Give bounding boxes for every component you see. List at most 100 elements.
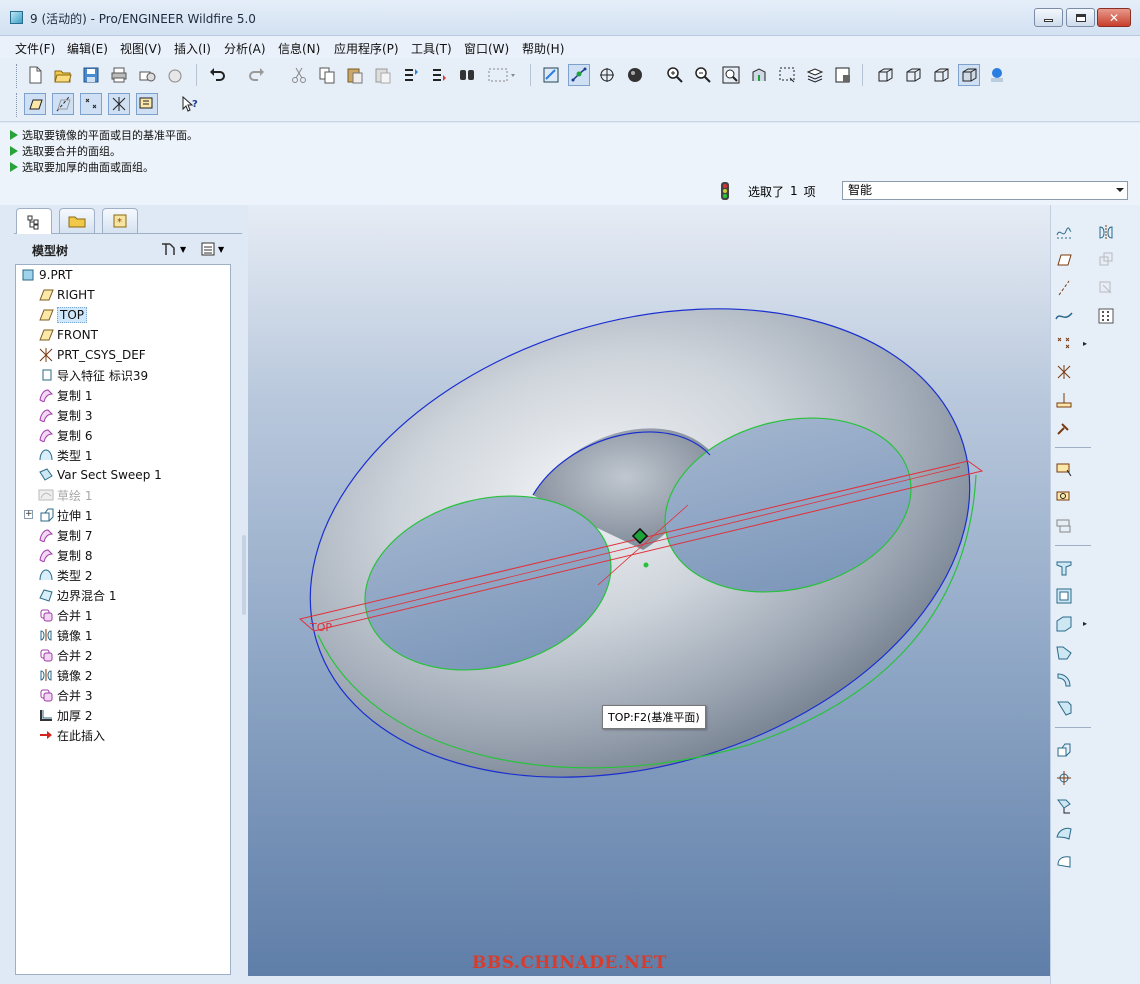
zoom-in-icon[interactable] — [664, 64, 686, 86]
insert-model-datum-icon[interactable] — [1053, 417, 1075, 439]
traffic-light-icon[interactable] — [718, 181, 732, 201]
menu-analysis[interactable]: 分析(A) — [224, 40, 266, 57]
trim-tool-icon[interactable] — [1095, 249, 1117, 271]
tree-item[interactable]: 边界混合 1 — [38, 585, 116, 605]
minimize-button[interactable] — [1034, 8, 1063, 27]
select-box-icon[interactable] — [484, 64, 520, 86]
revolve-tool-icon[interactable] — [1053, 515, 1075, 537]
menu-window[interactable]: 窗口(W) — [464, 40, 509, 57]
pattern-feature-icon[interactable] — [1053, 767, 1075, 789]
tree-item[interactable]: PRT_CSYS_DEF — [38, 345, 146, 365]
tree-item[interactable]: 复制 8 — [38, 545, 92, 565]
surface-tool-icon[interactable] — [1053, 851, 1075, 873]
style-tool-icon[interactable] — [1053, 613, 1075, 635]
rib-tool-icon[interactable] — [1053, 697, 1075, 719]
model-view[interactable]: TOP — [248, 205, 1050, 976]
pattern-tool-icon[interactable] — [1095, 305, 1117, 327]
tree-item[interactable]: 镜像 2 — [38, 665, 92, 685]
sketched-datum-curve-icon[interactable] — [1053, 221, 1075, 243]
tree-item-selected[interactable]: TOP — [38, 305, 88, 325]
send-link-icon[interactable] — [164, 64, 186, 86]
new-icon[interactable] — [24, 64, 46, 86]
datum-plane-tool-icon[interactable] — [1053, 249, 1075, 271]
warp-tool-icon[interactable] — [1053, 795, 1075, 817]
tree-item[interactable]: 合并 3 — [38, 685, 92, 705]
context-help-icon[interactable]: ? — [178, 93, 200, 115]
shell-tool-icon[interactable] — [1053, 669, 1075, 691]
expand-toggle[interactable]: + — [24, 510, 33, 519]
enhanced-realism-icon[interactable] — [986, 64, 1008, 86]
copy-icon[interactable] — [316, 64, 338, 86]
tree-item[interactable]: 类型 1 — [38, 445, 92, 465]
find-icon[interactable] — [456, 64, 478, 86]
refit-icon[interactable] — [720, 64, 742, 86]
tree-item[interactable]: 加厚 2 — [38, 705, 92, 725]
more-arrow-icon[interactable]: ▸ — [1083, 339, 1087, 348]
analysis-feature-icon[interactable] — [1053, 389, 1075, 411]
datum-curve-tool-icon[interactable] — [1053, 305, 1075, 327]
reorient-icon[interactable] — [748, 64, 770, 86]
tree-columns-button[interactable]: ▼ — [200, 241, 224, 257]
menu-info[interactable]: 信息(N) — [278, 40, 320, 57]
datum-axis-display-icon[interactable] — [52, 93, 74, 115]
tree-settings-button[interactable]: ▼ — [160, 241, 186, 257]
tree-item[interactable]: 合并 2 — [38, 645, 92, 665]
shading-icon[interactable] — [624, 64, 646, 86]
tree-item[interactable]: 导入特征 标识39 — [38, 365, 148, 385]
redo-icon[interactable] — [246, 64, 268, 86]
zoom-out-icon[interactable] — [692, 64, 714, 86]
spin-center-icon[interactable] — [568, 64, 590, 86]
more-arrow-icon[interactable]: ▸ — [1083, 619, 1087, 628]
datum-point-tool-icon[interactable] — [1053, 333, 1075, 355]
graphics-window[interactable]: TOP — [248, 205, 1050, 976]
menu-help[interactable]: 帮助(H) — [522, 40, 564, 57]
folder-browser-tab-icon[interactable] — [59, 208, 95, 233]
tree-item[interactable]: RIGHT — [38, 285, 95, 305]
csys-display-icon[interactable] — [108, 93, 130, 115]
extrude-tool-icon[interactable] — [1053, 487, 1075, 509]
repaint-icon[interactable] — [540, 64, 562, 86]
datum-axis-tool-icon[interactable] — [1053, 277, 1075, 299]
menu-view[interactable]: 视图(V) — [120, 40, 162, 57]
insert-feature-icon[interactable] — [1053, 739, 1075, 761]
sketch-tool-icon[interactable] — [1053, 459, 1075, 481]
selection-filter-select[interactable]: 智能 — [842, 181, 1128, 200]
toolbar-grip[interactable] — [16, 64, 19, 88]
close-button[interactable]: ✕ — [1097, 8, 1131, 27]
annotation-display-icon[interactable] — [136, 93, 158, 115]
hole-tool-icon[interactable] — [1053, 641, 1075, 663]
insert-here-marker[interactable]: 在此插入 — [38, 725, 105, 745]
hidden-line-icon[interactable] — [902, 64, 924, 86]
boundary-blend-tool-icon[interactable] — [1053, 585, 1075, 607]
merge-tool-icon[interactable] — [1095, 277, 1117, 299]
saved-views-icon[interactable] — [776, 64, 798, 86]
open-icon[interactable] — [52, 64, 74, 86]
menu-applications[interactable]: 应用程序(P) — [334, 40, 399, 57]
mirror-tool-icon[interactable] — [1095, 221, 1117, 243]
model-tree-tab-icon[interactable] — [16, 208, 52, 234]
tree-item[interactable]: FRONT — [38, 325, 98, 345]
regenerate-icon[interactable] — [400, 64, 422, 86]
variable-sweep-tool-icon[interactable] — [1053, 557, 1075, 579]
orient-icon[interactable] — [596, 64, 618, 86]
save-icon[interactable] — [80, 64, 102, 86]
tree-item[interactable]: 9.PRT — [20, 265, 72, 285]
undo-icon[interactable] — [206, 64, 228, 86]
tree-item[interactable]: 复制 6 — [38, 425, 92, 445]
shaded-icon[interactable] — [958, 64, 980, 86]
tree-item[interactable]: 镜像 1 — [38, 625, 92, 645]
tree-item[interactable]: Var Sect Sweep 1 — [38, 465, 162, 485]
layers-icon[interactable] — [804, 64, 826, 86]
tree-item[interactable]: 类型 2 — [38, 565, 92, 585]
cut-icon[interactable] — [288, 64, 310, 86]
datum-plane-display-icon[interactable] — [24, 93, 46, 115]
menu-insert[interactable]: 插入(I) — [174, 40, 211, 57]
send-mail-icon[interactable] — [136, 64, 158, 86]
panel-splitter[interactable] — [241, 495, 247, 685]
datum-csys-tool-icon[interactable] — [1053, 361, 1075, 383]
wireframe-icon[interactable] — [874, 64, 896, 86]
paste-special-icon[interactable] — [372, 64, 394, 86]
maximize-button[interactable] — [1066, 8, 1095, 27]
no-hidden-icon[interactable] — [930, 64, 952, 86]
toolbar-grip[interactable] — [16, 93, 19, 117]
